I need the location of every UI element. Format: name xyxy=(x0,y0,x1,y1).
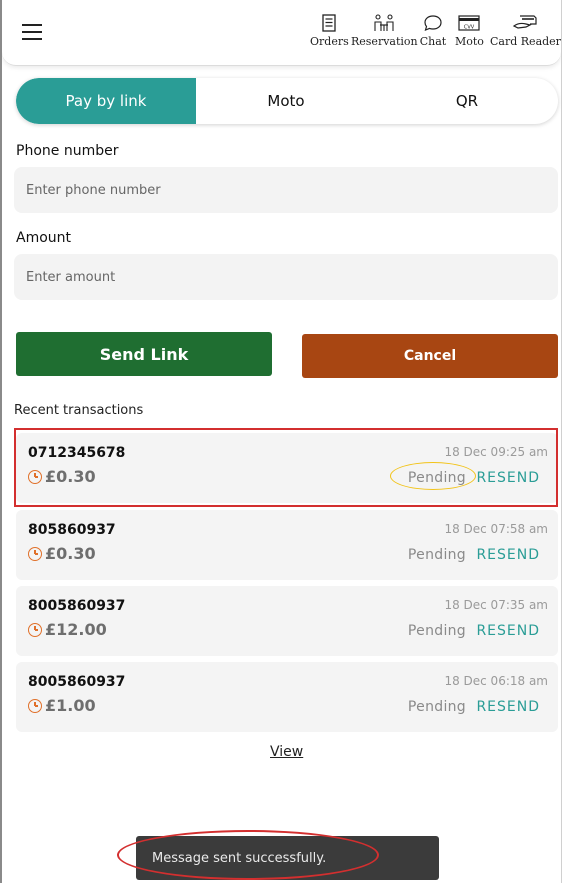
phone-number-label: Phone number xyxy=(16,143,119,159)
payment-method-tabs: Pay by link Moto QR xyxy=(16,78,558,124)
app-frame: Orders Reservation Chat CVV Moto Card Re… xyxy=(0,0,562,883)
orders-icon xyxy=(315,12,343,34)
send-link-button[interactable]: Send Link xyxy=(16,332,272,376)
amount-input[interactable] xyxy=(14,254,558,300)
tab-moto[interactable]: Moto xyxy=(196,78,376,124)
transaction-phone: 805860937 xyxy=(28,522,116,538)
transaction-row: 8005860937 18 Dec 07:35 am £12.00 Pendin… xyxy=(16,586,558,656)
transaction-amount: £0.30 xyxy=(45,544,96,563)
nav-card-reader-label: Card Reader xyxy=(490,35,561,48)
transaction-status: Pending xyxy=(407,623,466,639)
resend-button[interactable]: RESEND xyxy=(476,547,540,563)
nav-card-reader[interactable]: Card Reader xyxy=(490,12,561,48)
card-reader-icon xyxy=(511,12,539,34)
hamburger-menu-icon[interactable] xyxy=(22,24,42,40)
chat-icon xyxy=(419,12,447,34)
recent-transactions-title: Recent transactions xyxy=(14,403,144,418)
transaction-status: Pending xyxy=(407,699,466,715)
transaction-row: 8005860937 18 Dec 06:18 am £1.00 Pending… xyxy=(16,662,558,732)
clock-icon xyxy=(28,622,42,637)
yellow-highlight-ring xyxy=(390,462,476,490)
amount-label: Amount xyxy=(16,230,72,246)
transaction-phone: 8005860937 xyxy=(28,598,126,614)
moto-icon: CVV xyxy=(455,12,483,34)
cancel-button[interactable]: Cancel xyxy=(302,334,558,378)
top-bar: Orders Reservation Chat CVV Moto Card Re… xyxy=(2,0,561,66)
transaction-date: 18 Dec 07:58 am xyxy=(444,522,548,536)
red-highlight-ring xyxy=(117,830,379,880)
nav-chat[interactable]: Chat xyxy=(419,12,447,48)
transaction-status: Pending xyxy=(407,547,466,563)
reservation-icon xyxy=(370,12,398,34)
transaction-row: 805860937 18 Dec 07:58 am £0.30 Pending … xyxy=(16,510,558,580)
transaction-amount-group: £12.00 xyxy=(28,620,107,639)
resend-button[interactable]: RESEND xyxy=(476,699,540,715)
nav-moto[interactable]: CVV Moto xyxy=(455,12,484,48)
clock-icon xyxy=(28,546,42,561)
transaction-amount-group: £0.30 xyxy=(28,544,96,563)
view-link[interactable]: View xyxy=(270,744,303,760)
transaction-date: 18 Dec 07:35 am xyxy=(444,598,548,612)
transaction-date: 18 Dec 06:18 am xyxy=(444,674,548,688)
transaction-phone: 8005860937 xyxy=(28,674,126,690)
svg-text:CVV: CVV xyxy=(464,25,475,31)
nav-moto-label: Moto xyxy=(455,35,484,48)
nav-chat-label: Chat xyxy=(419,35,447,48)
phone-number-input[interactable] xyxy=(14,167,558,213)
nav-orders-label: Orders xyxy=(310,35,349,48)
nav-reservation[interactable]: Reservation xyxy=(351,12,418,48)
transaction-amount: £12.00 xyxy=(45,620,107,639)
tab-qr[interactable]: QR xyxy=(376,78,558,124)
transaction-amount-group: £1.00 xyxy=(28,696,96,715)
transaction-amount: £1.00 xyxy=(45,696,96,715)
tab-pay-by-link[interactable]: Pay by link xyxy=(16,78,196,124)
nav-reservation-label: Reservation xyxy=(351,35,418,48)
resend-button[interactable]: RESEND xyxy=(476,623,540,639)
clock-icon xyxy=(28,698,42,713)
red-highlight-box xyxy=(14,428,558,507)
nav-orders[interactable]: Orders xyxy=(310,12,349,48)
